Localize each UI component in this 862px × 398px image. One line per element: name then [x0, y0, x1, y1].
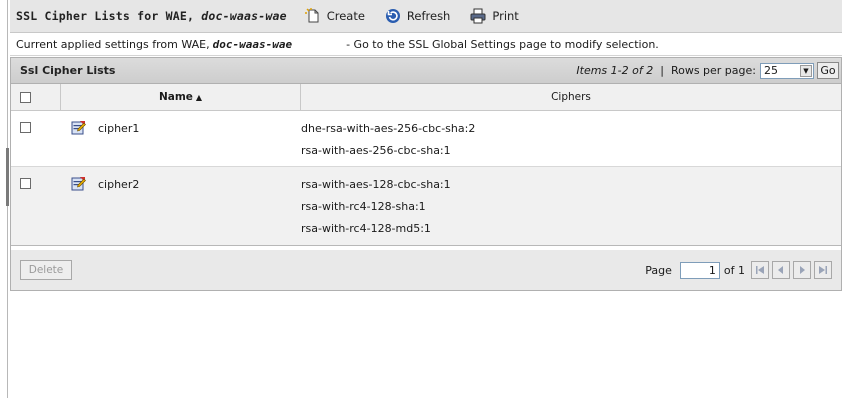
last-page-button[interactable] [814, 261, 832, 279]
top-pager: Items 1-2 of 2 | Rows per page: 25 ▼ Go [576, 62, 839, 79]
print-button[interactable]: Print [470, 8, 519, 24]
edit-icon[interactable] [71, 120, 86, 135]
first-page-icon [756, 266, 764, 274]
rows-per-page-value: 25 [764, 64, 778, 77]
row-check-cell [11, 111, 61, 166]
row-ciphers-cell: rsa-with-aes-128-cbc-sha:1 rsa-with-rc4-… [301, 167, 841, 245]
row-ciphers-cell: dhe-rsa-with-aes-256-cbc-sha:2 rsa-with-… [301, 111, 841, 166]
table-row: cipher1 dhe-rsa-with-aes-256-cbc-sha:2 r… [11, 111, 841, 167]
page-number-input[interactable]: 1 [679, 261, 720, 279]
create-label: Create [326, 9, 365, 23]
rows-per-page-select[interactable]: 25 ▼ [760, 62, 814, 79]
page-title-device: doc-waas-wae [201, 9, 287, 23]
cipher-lists-panel: Ssl Cipher Lists Items 1-2 of 2 | Rows p… [10, 57, 842, 291]
info-device: doc-waas-wae [212, 37, 293, 51]
refresh-label: Refresh [406, 9, 451, 23]
cipher-entry: dhe-rsa-with-aes-256-cbc-sha:2 [301, 122, 476, 135]
panel-footer: Delete Page 1 of 1 [11, 250, 841, 290]
next-page-icon [800, 266, 805, 274]
panel-header: Ssl Cipher Lists Items 1-2 of 2 | Rows p… [11, 58, 841, 84]
column-header-ciphers: Ciphers [301, 84, 841, 110]
info-text: Current applied settings from WAE, [16, 37, 210, 51]
info-bar: Current applied settings from WAE, doc-w… [10, 33, 842, 56]
select-all-checkbox[interactable] [20, 91, 31, 103]
refresh-button[interactable]: Refresh [385, 8, 450, 24]
column-header-name[interactable]: Name ▲ [61, 84, 301, 110]
row-name: cipher1 [98, 122, 140, 135]
edit-icon[interactable] [71, 176, 86, 191]
page-title: SSL Cipher Lists for WAE, doc-waas-wae [16, 9, 287, 23]
sort-asc-icon: ▲ [195, 92, 203, 102]
toolbar: SSL Cipher Lists for WAE, doc-waas-wae C… [10, 0, 842, 33]
page-total: of 1 [723, 263, 745, 277]
row-name: cipher2 [98, 178, 140, 191]
cipher-entry: rsa-with-rc4-128-sha:1 [301, 200, 426, 213]
row-checkbox[interactable] [20, 122, 31, 133]
create-icon [304, 8, 319, 23]
rows-per-page-label: Rows per page: [670, 64, 756, 77]
last-page-icon [819, 266, 827, 274]
table-row: cipher2 rsa-with-aes-128-cbc-sha:1 rsa-w… [11, 167, 841, 246]
page-label: Page [645, 263, 672, 277]
go-button[interactable]: Go [817, 62, 839, 79]
pager-separator: | [660, 64, 664, 77]
column-name-label: Name [158, 91, 193, 103]
next-page-button[interactable] [793, 261, 811, 279]
print-label: Print [492, 9, 519, 23]
refresh-icon [385, 9, 400, 23]
chevron-down-icon[interactable]: ▼ [800, 64, 812, 77]
row-check-cell [11, 167, 61, 245]
content-area: SSL Cipher Lists for WAE, doc-waas-wae C… [10, 0, 842, 291]
printer-icon [470, 8, 486, 24]
first-page-button[interactable] [751, 261, 769, 279]
bottom-pager: Page 1 of 1 [645, 261, 832, 279]
row-checkbox[interactable] [20, 178, 31, 189]
previous-page-icon [778, 266, 783, 274]
info-hint: - Go to the SSL Global Settings page to … [346, 37, 659, 51]
row-name-cell: cipher2 [61, 167, 301, 245]
column-ciphers-label: Ciphers [551, 91, 591, 103]
cipher-entry: rsa-with-aes-128-cbc-sha:1 [301, 178, 451, 191]
cipher-entry: rsa-with-aes-256-cbc-sha:1 [301, 144, 451, 157]
cipher-entry: rsa-with-rc4-128-md5:1 [301, 222, 431, 235]
table-header: Name ▲ Ciphers [11, 84, 841, 111]
items-count: Items 1-2 of 2 [576, 64, 654, 77]
delete-button[interactable]: Delete [20, 260, 72, 280]
row-name-cell: cipher1 [61, 111, 301, 166]
select-all-cell [11, 84, 61, 110]
previous-page-button[interactable] [772, 261, 790, 279]
splitter-handle[interactable] [6, 148, 9, 206]
panel-title: Ssl Cipher Lists [20, 64, 116, 77]
create-button[interactable]: Create [304, 8, 365, 24]
